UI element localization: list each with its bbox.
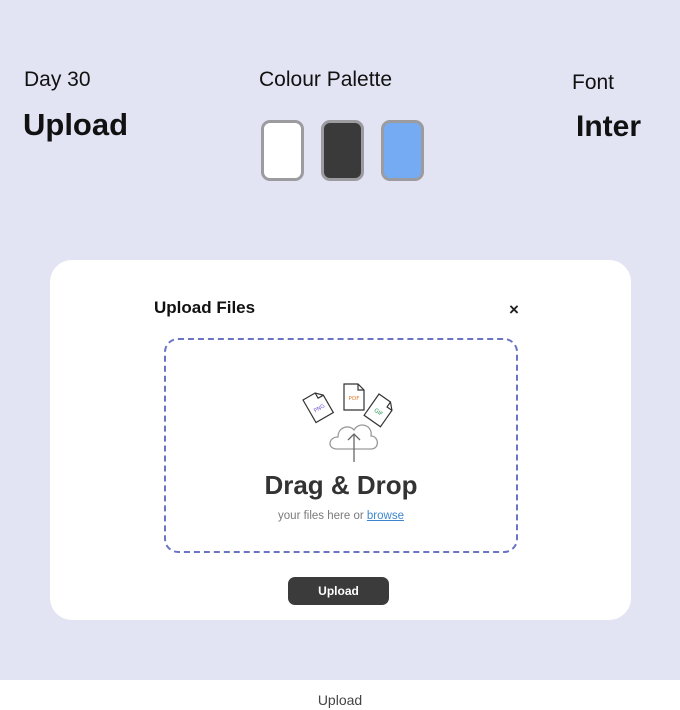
pdf-file-icon: PDF [343, 383, 365, 411]
palette-label: Colour Palette [259, 68, 393, 91]
drag-drop-subtext: your files here or browse [166, 510, 516, 522]
swatch-white [261, 120, 304, 181]
font-name: Inter [576, 110, 642, 143]
font-label: Font [572, 71, 615, 94]
upload-button[interactable]: Upload [288, 577, 389, 605]
shot-canvas: Day 30 Upload Colour Palette Font Inter … [0, 0, 680, 680]
page-title: Upload [23, 107, 129, 142]
pdf-file-label: PDF [349, 396, 360, 402]
drag-drop-prefix: your files here or [278, 510, 364, 522]
swatch-blue [381, 120, 424, 181]
cloud-upload-icon [329, 424, 379, 462]
png-file-icon: PNG [302, 392, 335, 424]
drop-zone[interactable]: PNG PDF GIF Drag & Drop your files here … [164, 338, 518, 553]
browse-link[interactable]: browse [367, 510, 404, 522]
dialog-title: Upload Files [154, 298, 256, 317]
image-caption: Upload [317, 692, 363, 708]
gif-file-icon: GIF [363, 393, 393, 428]
upload-illustration: PNG PDF GIF [302, 383, 393, 462]
drag-drop-heading: Drag & Drop [264, 470, 418, 500]
day-label: Day 30 [24, 68, 91, 91]
swatch-dark [321, 120, 364, 181]
palette-swatches [261, 120, 424, 181]
close-icon[interactable]: × [504, 300, 524, 320]
upload-dialog: Upload Files × PNG PDF GIF Drag & Drop y… [50, 260, 631, 620]
